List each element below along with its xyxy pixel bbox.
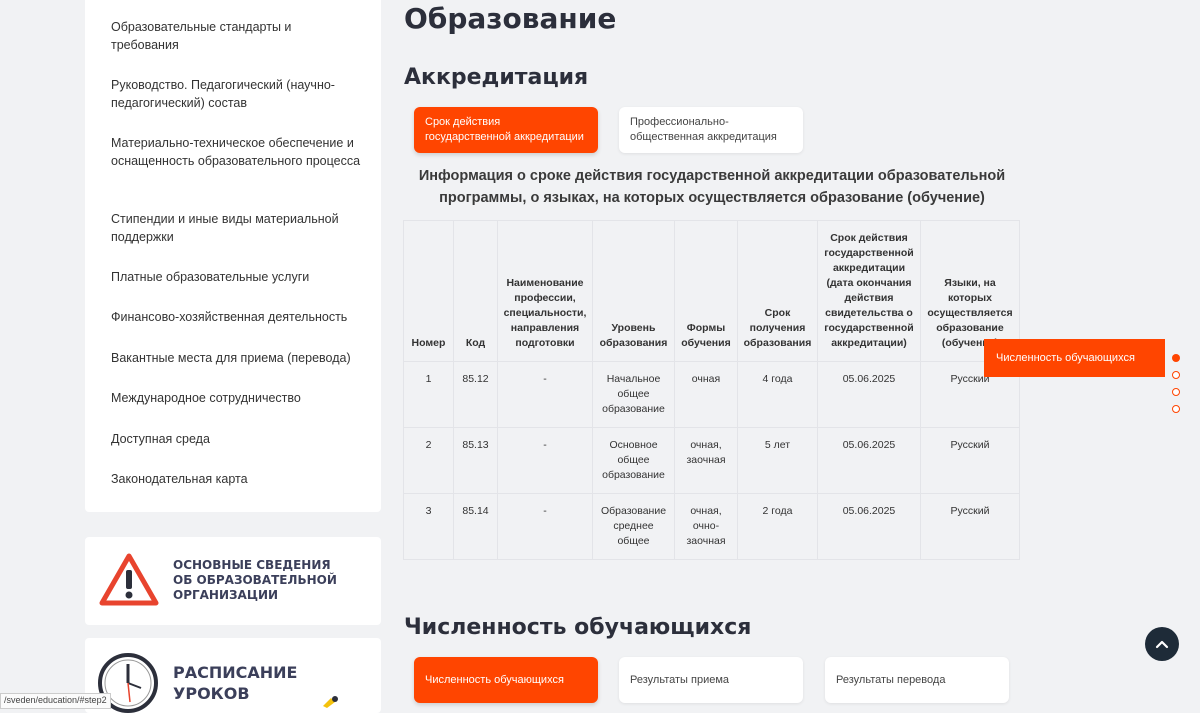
cell-level: Основное общее образование <box>592 427 675 494</box>
cell-number: 2 <box>403 427 454 494</box>
table-row: 2 85.13 - Основное общее образование очн… <box>403 427 1020 494</box>
cell-language: Русский <box>920 427 1020 494</box>
tab-state-accreditation[interactable]: Срок действия государственной аккредитац… <box>414 107 598 153</box>
cell-language: Русский <box>920 493 1020 560</box>
column-header-level: Уровень образования <box>592 220 675 362</box>
column-header-forms: Формы обучения <box>674 220 738 362</box>
section-nav-tooltip[interactable]: Численность обучающихся <box>984 339 1165 377</box>
section-title-accreditation: Аккредитация <box>404 65 589 90</box>
column-header-duration: Срок получения образования <box>737 220 818 362</box>
cell-code: 85.12 <box>453 361 498 428</box>
banner-line: уроков <box>173 684 250 703</box>
banner-schedule[interactable]: Расписание уроков <box>85 638 381 713</box>
cell-number: 3 <box>403 493 454 560</box>
tab-label: Профессионально-общественная аккредитаци… <box>630 116 777 143</box>
accreditation-info-heading: Информация о сроке действия государствен… <box>418 168 1006 206</box>
sidebar-item-standards[interactable]: Образовательные стандарты и требования <box>111 19 361 54</box>
cell-level: Начальное общее образование <box>592 361 675 428</box>
cell-forms: очная, очно-заочная <box>674 493 738 560</box>
cell-profession: - <box>497 493 593 560</box>
table-row: 1 85.12 - Начальное общее образование оч… <box>403 361 1020 428</box>
column-header-validity: Срок действия государственной аккредитац… <box>817 220 921 362</box>
pencil-icon <box>323 696 338 708</box>
sidebar-item-facilities[interactable]: Материально-техническое обеспечение и ос… <box>111 135 361 170</box>
cell-duration: 2 года <box>737 493 818 560</box>
page-title: Образование <box>404 2 617 35</box>
chevron-up-icon <box>1155 640 1169 649</box>
sidebar-menu: Образовательные стандарты и требования Р… <box>85 0 381 512</box>
tab-transfer-results[interactable]: Результаты перевода <box>825 657 1009 703</box>
column-header-profession: Наименование профессии, специальности, н… <box>497 220 593 362</box>
cell-validity: 05.06.2025 <box>817 361 921 428</box>
column-header-code: Код <box>453 220 498 362</box>
sidebar-item-international[interactable]: Международное сотрудничество <box>111 390 361 408</box>
section-nav-dot[interactable] <box>1172 371 1180 379</box>
cell-forms: очная, заочная <box>674 427 738 494</box>
banner-line: об образовательной <box>173 573 337 587</box>
accreditation-table: Номер Код Наименование профессии, специа… <box>403 220 1020 560</box>
scroll-to-top-button[interactable] <box>1145 627 1179 661</box>
section-nav-dot[interactable] <box>1172 388 1180 396</box>
cell-code: 85.14 <box>453 493 498 560</box>
banner-line: Основные сведения <box>173 558 331 572</box>
cell-profession: - <box>497 361 593 428</box>
sidebar-item-legislation[interactable]: Законодательная карта <box>111 471 361 489</box>
tab-admission-results[interactable]: Результаты приема <box>619 657 803 703</box>
banner-basic-info[interactable]: Основные сведения об образовательной орг… <box>85 537 381 625</box>
cell-validity: 05.06.2025 <box>817 493 921 560</box>
banner-line: организации <box>173 588 279 602</box>
cell-level: Образование среднее общее <box>592 493 675 560</box>
banner-schedule-text: Расписание уроков <box>173 662 297 704</box>
tab-label: Результаты перевода <box>836 673 946 686</box>
sidebar-item-vacancies[interactable]: Вакантные места для приема (перевода) <box>111 350 361 368</box>
cell-forms: очная <box>674 361 738 428</box>
tab-label: Численность обучающихся <box>425 673 564 686</box>
tab-student-count[interactable]: Численность обучающихся <box>414 657 598 703</box>
cell-validity: 05.06.2025 <box>817 427 921 494</box>
table-row: 3 85.14 - Образование среднее общее очна… <box>403 493 1020 560</box>
tab-professional-accreditation[interactable]: Профессионально-общественная аккредитаци… <box>619 107 803 153</box>
section-nav-dot[interactable] <box>1172 405 1180 413</box>
cell-code: 85.13 <box>453 427 498 494</box>
sidebar-item-paid-services[interactable]: Платные образовательные услуги <box>111 269 361 287</box>
tab-label: Срок действия государственной аккредитац… <box>425 116 584 143</box>
banner-line: Расписание <box>173 663 298 682</box>
cell-duration: 4 года <box>737 361 818 428</box>
sidebar-item-scholarships[interactable]: Стипендии и иные виды материальной подде… <box>111 211 361 246</box>
sidebar-item-accessibility[interactable]: Доступная среда <box>111 431 361 449</box>
sidebar-item-staff[interactable]: Руководство. Педагогический (научно-педа… <box>111 77 361 112</box>
column-header-number: Номер <box>403 220 454 362</box>
banner-basic-info-text: Основные сведения об образовательной орг… <box>173 558 337 603</box>
table-header-row: Номер Код Наименование профессии, специа… <box>403 220 1020 362</box>
cell-profession: - <box>497 427 593 494</box>
section-title-students: Численность обучающихся <box>404 615 752 640</box>
cell-duration: 5 лет <box>737 427 818 494</box>
cell-number: 1 <box>403 361 454 428</box>
tab-label: Результаты приема <box>630 673 730 686</box>
sidebar-item-finance[interactable]: Финансово-хозяйственная деятельность <box>111 309 361 327</box>
warning-icon <box>99 553 159 606</box>
section-nav-dot[interactable] <box>1172 354 1180 362</box>
